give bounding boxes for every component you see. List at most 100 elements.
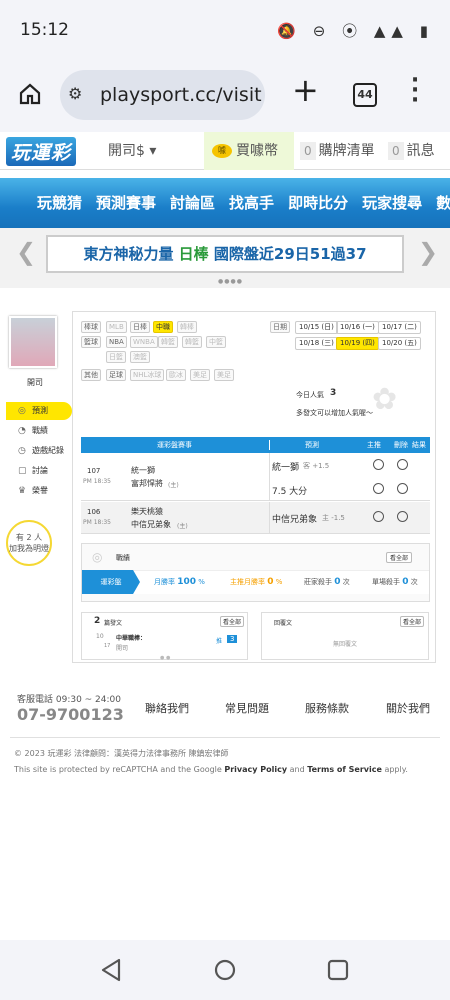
table-row: 106 PM 18:35 樂天桃猿 中信兄弟象 (主) 中信兄弟象 主 -1.5 xyxy=(81,502,430,534)
menu-item-live-score[interactable]: 即時比分 xyxy=(288,192,348,213)
footer-link-contact[interactable]: 聯絡我們 xyxy=(145,700,189,716)
filter-wnba[interactable]: WNBA xyxy=(130,336,158,348)
chevron-right-icon[interactable]: ❯ xyxy=(418,238,438,266)
main-pick-radio[interactable] xyxy=(373,459,384,470)
date-1020[interactable]: 10/20 (五) xyxy=(378,337,421,350)
filter-label-baseball: 棒球 xyxy=(81,321,101,333)
messages-link[interactable]: 0 訊息 xyxy=(388,132,435,170)
main-win-label: 主推月勝率 xyxy=(230,578,265,586)
filter-cpbl[interactable]: 中職 xyxy=(153,321,173,333)
date-1017[interactable]: 10/17 (二) xyxy=(378,321,421,334)
sidebar-item-discussion[interactable]: ▢ 討論 xyxy=(6,462,72,480)
back-icon[interactable] xyxy=(100,958,122,982)
tab-switcher-button[interactable]: 44 xyxy=(353,83,377,107)
sidebar-item-game-log[interactable]: ◷ 遊戲紀錄 xyxy=(6,442,72,460)
privacy-policy-link[interactable]: Privacy Policy xyxy=(224,765,287,774)
filter-euro-hockey[interactable]: 歐冰 xyxy=(166,369,186,381)
filter-kbo[interactable]: 韓棒 xyxy=(177,321,197,333)
bulb-label: 加我為明燈 xyxy=(9,544,49,553)
pick-total: 7.5 大分 xyxy=(272,487,308,497)
sidebar-item-predictions[interactable]: ◎ 預測 xyxy=(6,402,72,420)
filter-kbl-2[interactable]: 韓籃 xyxy=(182,336,202,348)
main-pick-radio[interactable] xyxy=(373,483,384,494)
game-time: PM 18:35 xyxy=(83,478,111,485)
purchase-count-badge: 0 xyxy=(300,142,316,160)
date-1018[interactable]: 10/18 (三) xyxy=(295,337,338,350)
url-text[interactable]: playsport.cc/visit xyxy=(100,84,262,106)
main-pick-radio[interactable] xyxy=(373,511,384,522)
site-logo[interactable]: 玩運彩 xyxy=(6,137,77,166)
home-icon[interactable] xyxy=(18,82,42,106)
banner-headline[interactable]: 東方神秘力量 日棒 國際盤近29日51過37 xyxy=(46,235,404,273)
header-result: 結果 xyxy=(412,441,426,449)
pick-spread-line: 主 -1.5 xyxy=(322,514,345,522)
avatar xyxy=(9,316,57,368)
pick-spread-line: 客 +1.5 xyxy=(303,462,330,470)
post-reply-count: 3 xyxy=(227,635,238,643)
footer-link-faq[interactable]: 常見問題 xyxy=(225,700,269,716)
buy-coins-button[interactable]: 噱買噱幣 xyxy=(204,132,294,170)
sidebar-item-record[interactable]: ◔ 戰績 xyxy=(6,422,72,440)
tab-lottery[interactable]: 運彩盤 xyxy=(82,570,140,594)
home-circle-icon[interactable] xyxy=(214,959,236,981)
recents-icon[interactable] xyxy=(327,959,349,981)
site-settings-icon[interactable]: ⚙ xyxy=(68,84,82,103)
browser-menu-button[interactable]: · · · xyxy=(410,70,420,112)
posts-see-all-button[interactable]: 看全部 xyxy=(220,616,245,627)
post-title[interactable]: 中華職棒： xyxy=(116,633,146,642)
menu-item-data[interactable]: 數據 xyxy=(436,192,450,213)
filter-bleague[interactable]: 日籃 xyxy=(106,351,126,363)
filter-nhl[interactable]: NHL冰球 xyxy=(130,369,165,381)
bulb-count-text: 有 2 人 xyxy=(15,533,43,542)
date-1019[interactable]: 10/19 (四) xyxy=(336,337,379,350)
filter-kbl[interactable]: 韓籃 xyxy=(158,336,178,348)
address-bar[interactable]: ⚙ playsport.cc/visit xyxy=(60,70,265,120)
filter-sbl[interactable]: 中籃 xyxy=(206,336,226,348)
replies-see-all-button[interactable]: 看全部 xyxy=(400,616,425,627)
single-killer: 單場殺手 0 次 xyxy=(372,577,418,587)
menu-item-experts[interactable]: 找高手 xyxy=(229,192,274,213)
record-see-all-button[interactable]: 看全部 xyxy=(386,552,413,563)
delete-pick-radio[interactable] xyxy=(397,511,408,522)
new-tab-button[interactable]: + xyxy=(292,74,319,106)
filter-nbl[interactable]: 澳籃 xyxy=(130,351,150,363)
date-1016[interactable]: 10/16 (一) xyxy=(336,321,379,334)
hotline-label: 客服電話 09:30 ~ 24:00 xyxy=(17,695,121,705)
menu-item-predict[interactable]: 預測賽事 xyxy=(96,192,156,213)
menu-item-forum[interactable]: 討論區 xyxy=(170,192,215,213)
light-bulb-widget[interactable]: 有 2 人 加我為明燈 xyxy=(6,520,52,566)
username: 開司 xyxy=(27,378,43,387)
footer-link-about[interactable]: 關於我們 xyxy=(386,700,430,716)
account-dropdown[interactable]: 開司$ ▾ xyxy=(108,132,156,170)
filter-nfl[interactable]: 美足 xyxy=(190,369,210,381)
footer-link-terms[interactable]: 服務條款 xyxy=(305,700,349,716)
game-number: 107 xyxy=(87,467,101,475)
popularity-hint: 多發文可以增加人氣喔～ xyxy=(296,409,373,417)
filter-soccer[interactable]: 足球 xyxy=(106,369,126,381)
menu-item-player-search[interactable]: 玩家搜尋 xyxy=(362,192,422,213)
filter-npb[interactable]: 日棒 xyxy=(130,321,150,333)
menu-item-play[interactable]: 玩競猜 xyxy=(37,192,82,213)
sidebar-item-honors[interactable]: ♛ 榮譽 xyxy=(6,482,72,500)
footer-divider xyxy=(10,737,440,738)
month-win-label: 月勝率 xyxy=(154,578,175,586)
main-win-value: 0 xyxy=(267,577,274,587)
purchase-list-link[interactable]: 0 購牌清單 xyxy=(300,132,375,170)
chart-icon: ◔ xyxy=(18,426,26,436)
filter-nba[interactable]: NBA xyxy=(106,336,127,348)
status-time: 15:12 xyxy=(20,20,69,40)
date-label: 日期 xyxy=(270,321,290,333)
posts-pager-dots: ● ● xyxy=(160,655,171,661)
filter-mlb[interactable]: MLB xyxy=(106,321,127,333)
hotline-phone[interactable]: 07-9700123 xyxy=(17,705,124,724)
terms-of-service-link[interactable]: Terms of Service xyxy=(307,765,382,774)
game-time: PM 18:35 xyxy=(83,519,111,526)
trophy-icon: ♛ xyxy=(18,486,27,496)
delete-pick-radio[interactable] xyxy=(397,459,408,470)
sidebar-item-label: 預測 xyxy=(32,406,48,415)
chevron-left-icon[interactable]: ❮ xyxy=(16,238,36,266)
delete-pick-radio[interactable] xyxy=(397,483,408,494)
banker-killer: 莊家殺手 0 次 xyxy=(304,577,350,587)
date-1015[interactable]: 10/15 (日) xyxy=(295,321,338,334)
filter-ncaa-fb[interactable]: 美足 xyxy=(214,369,234,381)
